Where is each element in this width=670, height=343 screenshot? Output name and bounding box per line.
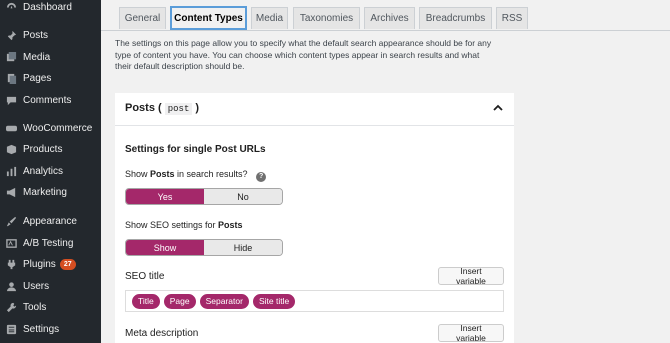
meta-description-label: Meta description — [125, 328, 199, 339]
tab-content-types[interactable]: Content Types — [170, 6, 247, 30]
dashboard-icon — [5, 1, 17, 13]
woocommerce-icon — [5, 122, 17, 134]
pages-icon — [5, 72, 17, 84]
sidebar-item-label: Tools — [23, 301, 47, 313]
sidebar-item-ab-testing[interactable]: A/B Testing — [0, 233, 101, 253]
sidebar-item-products[interactable]: Products — [0, 139, 101, 159]
users-icon — [5, 280, 17, 292]
products-icon — [5, 143, 17, 155]
sidebar-item-label: Posts — [23, 29, 49, 41]
show-in-search-label: Show Posts in search results? ? — [125, 169, 267, 182]
sidebar-item-marketing[interactable]: Marketing — [0, 182, 101, 202]
comments-icon — [5, 94, 17, 106]
chevron-up-icon[interactable] — [493, 103, 503, 113]
sidebar-item-label: Pages — [23, 72, 52, 84]
sidebar-item-label: WooCommerce — [23, 122, 93, 134]
sidebar-item-label: Appearance — [23, 215, 77, 227]
tools-icon — [5, 301, 17, 313]
sidebar-item-woocommerce[interactable]: WooCommerce — [0, 118, 101, 138]
toggle-option-hide[interactable]: Hide — [204, 240, 282, 255]
tab-taxonomies[interactable]: Taxonomies — [293, 7, 360, 29]
sidebar-item-label: Products — [23, 143, 63, 155]
sidebar-item-users[interactable]: Users — [0, 276, 101, 296]
panel-header[interactable]: Posts ( post ) — [115, 93, 514, 126]
sidebar-item-label: Plugins — [23, 258, 56, 270]
sidebar-item-media[interactable]: Media — [0, 47, 101, 67]
sidebar-item-label: Comments — [23, 94, 72, 106]
plugins-update-count-badge: 27 — [59, 258, 76, 270]
intro-text: The settings on this page allow you to s… — [115, 38, 492, 71]
posts-settings-panel: Posts ( post ) Settings for single Post … — [115, 93, 514, 343]
plugin-icon — [5, 258, 17, 270]
toggle-option-show[interactable]: Show — [126, 240, 204, 255]
settings-tabs: General Content Types Media Taxonomies A… — [101, 0, 670, 31]
toggle-option-yes[interactable]: Yes — [126, 189, 204, 204]
tab-rss[interactable]: RSS — [496, 7, 528, 29]
sidebar-item-dashboard[interactable]: Dashboard — [0, 0, 101, 17]
sidebar-item-label: A/B Testing — [23, 237, 74, 249]
variable-pill: Page — [163, 293, 196, 309]
sidebar-item-pages[interactable]: Pages — [0, 68, 101, 88]
analytics-icon — [5, 165, 17, 177]
sidebar-item-tools[interactable]: Tools — [0, 297, 101, 317]
sidebar-item-label: Marketing — [23, 186, 67, 198]
sidebar-item-comments[interactable]: Comments — [0, 90, 101, 110]
brush-icon — [5, 215, 17, 227]
section-title: Settings for single Post URLs — [125, 144, 266, 155]
show-in-search-toggle: Yes No — [125, 188, 283, 205]
sidebar-item-label: Users — [23, 280, 50, 292]
ab-testing-icon — [5, 237, 17, 249]
sidebar-item-label: Dashboard — [23, 1, 72, 13]
seo-title-label: SEO title — [125, 271, 165, 282]
show-seo-toggle: Show Hide — [125, 239, 283, 256]
toggle-option-no[interactable]: No — [204, 189, 282, 204]
seo-title-insert-variable-button[interactable]: Insert variable — [438, 266, 504, 286]
media-icon — [5, 51, 17, 63]
variable-pill: Separator — [199, 293, 249, 309]
variable-pill: Site title — [252, 293, 296, 309]
post-type-code: post — [164, 103, 193, 115]
tab-general[interactable]: General — [119, 7, 166, 29]
sidebar-item-plugins[interactable]: Plugins 27 — [0, 254, 101, 274]
help-icon[interactable]: ? — [256, 172, 267, 182]
sidebar-item-settings[interactable]: Settings — [0, 319, 101, 339]
megaphone-icon — [5, 186, 17, 198]
sidebar-item-label: Analytics — [23, 165, 64, 177]
seo-title-editor[interactable]: Title Page Separator Site title — [125, 290, 504, 312]
sidebar-item-posts[interactable]: Posts — [0, 25, 101, 45]
tab-media[interactable]: Media — [251, 7, 288, 29]
admin-sidebar: Dashboard Posts Media Pages Comments Woo… — [0, 0, 101, 343]
sidebar-item-analytics[interactable]: Analytics — [0, 161, 101, 181]
show-seo-label: Show SEO settings for Posts — [125, 220, 243, 230]
panel-title: Posts ( post ) — [125, 102, 200, 115]
sidebar-item-appearance[interactable]: Appearance — [0, 211, 101, 231]
sidebar-item-label: Media — [23, 51, 51, 63]
meta-description-insert-variable-button[interactable]: Insert variable — [438, 323, 504, 343]
settings-icon — [5, 323, 17, 335]
pin-icon — [5, 29, 17, 41]
variable-pill: Title — [132, 293, 160, 309]
tab-archives[interactable]: Archives — [364, 7, 415, 29]
tab-breadcrumbs[interactable]: Breadcrumbs — [419, 7, 492, 29]
sidebar-item-label: Settings — [23, 323, 60, 335]
